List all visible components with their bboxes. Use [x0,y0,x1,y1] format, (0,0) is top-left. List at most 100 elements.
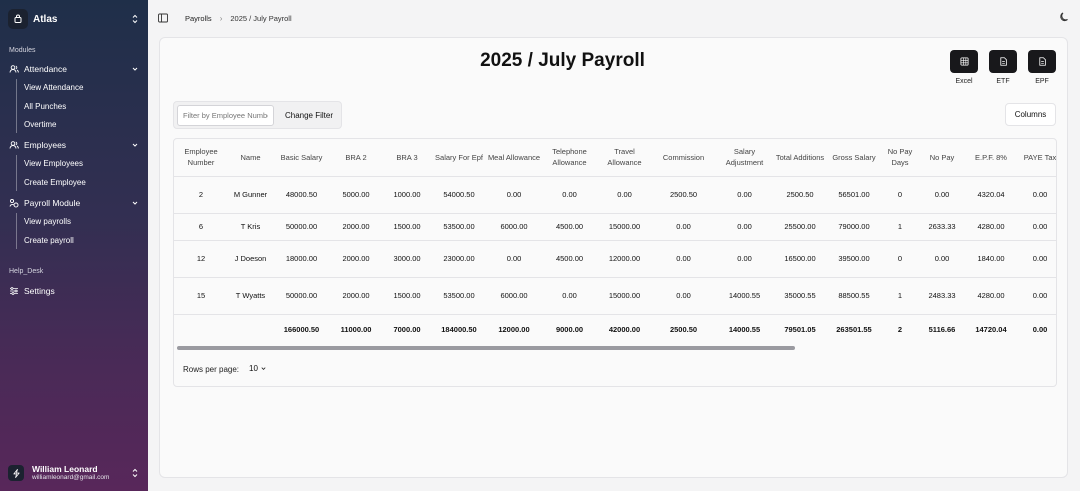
chevron-down-icon [132,143,138,147]
moon-icon[interactable] [1058,10,1072,24]
col-header[interactable]: Employee Number [174,139,228,177]
col-header[interactable]: Salary For Epf [432,139,486,177]
table-cell: 0 [882,240,918,278]
breadcrumb-payrolls[interactable]: Payrolls [185,14,212,23]
horizontal-scrollbar[interactable] [177,346,1053,350]
nav-create-payroll[interactable]: Create payroll [24,236,74,245]
table-header-row: Employee Number Name Basic Salary BRA 2 … [174,139,1056,177]
employee-filter-input[interactable] [177,105,274,126]
col-header[interactable]: BRA 2 [330,139,382,177]
table-row[interactable]: 2M Gunner 48000.50 5000.00 1000.00 54000.50 0… [174,176,1056,214]
nav-view-employees[interactable]: View Employees [24,159,83,168]
nav-payroll-module[interactable]: Payroll Module [9,196,139,210]
export-etf-label: ETF [996,78,1010,85]
table-row[interactable]: 12 J Doeson 18000.00 2000.00 3000.00 23000.00… [174,240,1056,278]
col-header[interactable]: E.P.F. 8% [966,139,1016,177]
payroll-card: 2025 / July Payroll Excel ETF EPF Change… [159,37,1068,478]
col-header[interactable]: Name [228,139,273,177]
table-cell: 0.00 [486,240,542,278]
total-cell: 14000.55 [728,324,761,334]
table-cell: 23000.00 [432,240,486,278]
table-cell: 79000.00 [826,213,882,241]
table-cell: 0.00 [652,240,715,278]
table-cell: 54000.50 [432,176,486,214]
nav-view-payrolls[interactable]: View payrolls [24,217,71,226]
total-cell: 0.00 [1032,324,1048,334]
nav-view-attendance[interactable]: View Attendance [24,83,83,92]
col-header[interactable]: Meal Allowance [486,139,542,177]
table-cell: 5000.00 [330,176,382,214]
nav-payroll-module-label: Payroll Module [24,198,81,208]
col-header[interactable]: Total Additions [774,139,826,177]
col-header[interactable]: Commission [652,139,715,177]
nav-tree-line [16,155,17,191]
table-cell: 4320.04 [966,176,1016,214]
totals-row: 166000.50 11000.00 7000.00 184000.50 12000.0… [174,314,1056,344]
table-cell: 3000.00 [382,240,432,278]
table-row[interactable]: 15 T Wyatts 50000.00 2000.00 1500.00 53500.00… [174,277,1056,315]
nav-attendance[interactable]: Attendance [9,62,139,76]
nav-tree-line [16,213,17,249]
sliders-icon [10,287,18,295]
total-cell [228,314,273,344]
col-header[interactable]: Travel Allowance [597,139,652,177]
table-cell: 0.00 [918,240,966,278]
col-header[interactable]: Salary Adjustment [715,139,774,177]
app-name: Atlas [33,13,58,25]
rows-per-page-value: 10 [249,363,258,373]
total-cell: 42000.00 [608,324,641,334]
table-cell: 50000.00 [273,277,330,315]
table-cell: 14000.55 [715,277,774,315]
table-cell: T Wyatts [228,277,273,315]
chevron-updown-icon [132,14,138,24]
table-cell: 12 [174,240,228,278]
nav-attendance-label: Attendance [24,64,68,74]
total-cell: 11000.00 [340,324,372,334]
columns-button[interactable]: Columns [1005,103,1056,126]
nav-all-punches[interactable]: All Punches [24,102,66,111]
nav-settings[interactable]: Settings [9,284,139,298]
table-cell: 1000.00 [382,176,432,214]
nav-create-employee[interactable]: Create Employee [24,178,86,187]
table-cell: 1500.00 [382,213,432,241]
table-cell: 15 [174,277,228,315]
col-header[interactable]: No Pay [918,139,966,177]
col-header[interactable]: BRA 3 [382,139,432,177]
table-cell: 35000.55 [774,277,826,315]
export-epf-button[interactable] [1028,50,1056,73]
table-cell: 2000.00 [330,240,382,278]
table-cell: 6 [174,213,228,241]
export-excel-button[interactable] [950,50,978,73]
col-header[interactable]: Telephone Allowance [542,139,597,177]
table-row[interactable]: 6T Kris 50000.00 2000.00 1500.00 53500.00 600… [174,213,1056,241]
table-cell: 1500.00 [382,277,432,315]
nav-employees[interactable]: Employees [9,138,139,152]
table-cell: 53500.00 [432,213,486,241]
table-cell: 2483.33 [918,277,966,315]
total-cell: 2500.50 [669,324,698,334]
col-header[interactable]: Gross Salary [826,139,882,177]
change-filter-button[interactable]: Change Filter [278,105,340,126]
nav-overtime[interactable]: Overtime [24,120,56,129]
bag-icon [14,14,22,23]
col-header[interactable]: Basic Salary [273,139,330,177]
users-icon [9,141,19,149]
table-cell: 12000.00 [597,240,652,278]
table-cell: 0.00 [542,176,597,214]
rows-per-page-select[interactable]: 10 [244,360,270,376]
col-header[interactable]: PAYE Tax [1016,139,1056,177]
scrollbar-thumb[interactable] [177,346,795,350]
table-cell: J Doeson [228,240,273,278]
table-cell: 15000.00 [597,277,652,315]
total-cell: 166000.50 [283,324,320,334]
nav-employees-label: Employees [24,140,67,150]
file-icon [999,57,1007,66]
app-switcher[interactable]: Atlas [8,8,140,30]
table-cell: 15000.00 [597,213,652,241]
user-menu[interactable]: William Leonard williamleonard@gmail.com [8,461,140,485]
export-etf-button[interactable] [989,50,1017,73]
app-logo [8,9,28,29]
sidebar-toggle-icon[interactable] [158,13,168,23]
col-header[interactable]: No Pay Days [882,139,918,177]
table-cell: 2500.50 [774,176,826,214]
